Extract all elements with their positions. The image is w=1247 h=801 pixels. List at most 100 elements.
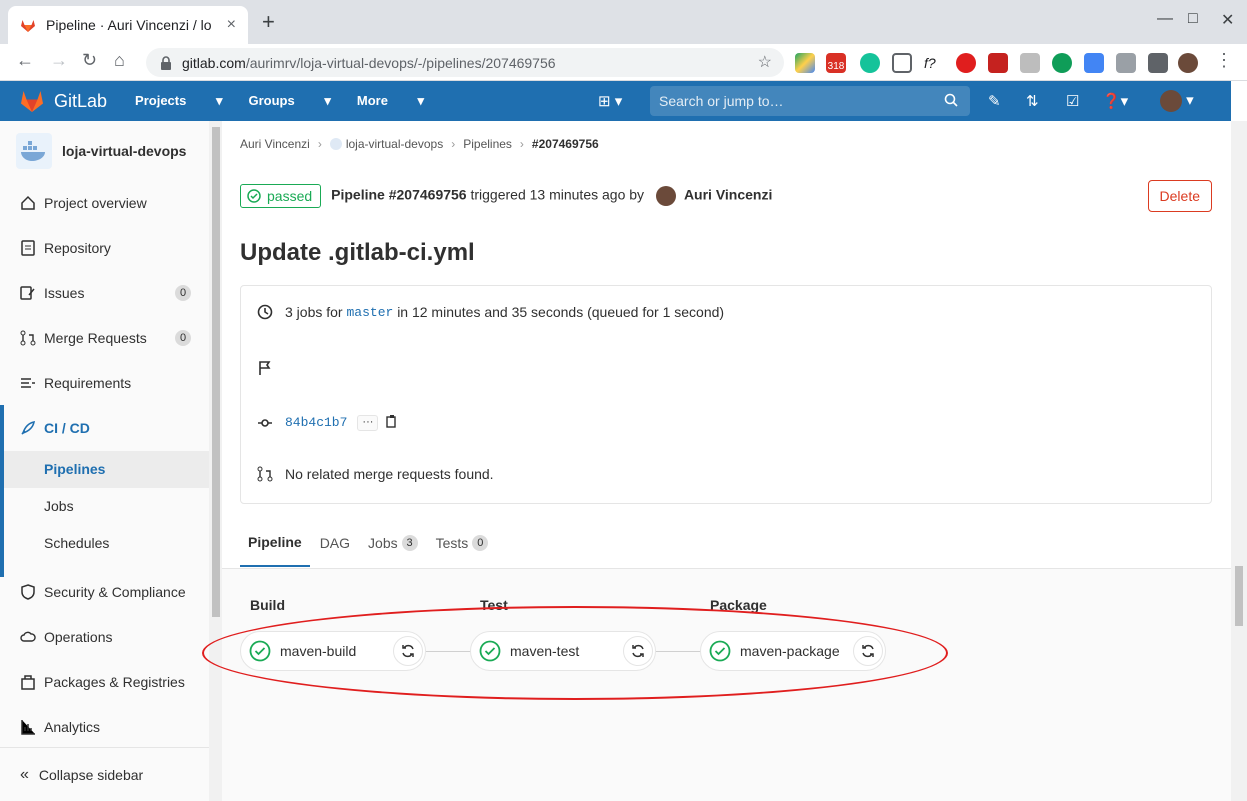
stage-title-build: Build (250, 597, 285, 613)
sidebar-item-label: Project overview (44, 195, 147, 211)
page-scrollbar[interactable] (1231, 121, 1247, 801)
docs-extension-icon[interactable] (1084, 53, 1104, 73)
home-icon[interactable]: ⌂ (114, 50, 125, 71)
page-scrollbar-thumb[interactable] (1235, 566, 1243, 626)
sidebar-subitem-schedules[interactable]: Schedules (44, 535, 109, 551)
url-path: /aurimrv/loja-virtual-devops/-/pipelines… (245, 54, 556, 71)
expand-commit-button[interactable]: ··· (357, 414, 379, 431)
new-item-icon[interactable]: ⊞ ▾ (598, 92, 622, 110)
address-bar[interactable]: gitlab.com/aurimrv/loja-virtual-devops/-… (146, 48, 784, 77)
commit-sha-link[interactable]: 84b4c1b7 (285, 415, 347, 430)
new-tab-button[interactable]: + (262, 11, 275, 33)
tags-row (241, 360, 1211, 376)
tab-tests[interactable]: Tests 0 (428, 519, 497, 567)
drive-extension-icon[interactable] (795, 53, 815, 73)
author-name[interactable]: Auri Vincenzi (684, 187, 772, 203)
breadcrumb-project[interactable]: loja-virtual-devops (346, 137, 443, 151)
menu-projects-label: Projects (135, 93, 187, 108)
collapse-sidebar-button[interactable]: « Collapse sidebar (0, 747, 209, 801)
sidebar-item-project-overview[interactable]: Project overview (0, 184, 209, 222)
sidebar-scrollbar[interactable] (209, 121, 222, 801)
retry-job-button[interactable] (623, 636, 653, 666)
merge-requests-nav-icon[interactable]: ⇅ (1026, 92, 1039, 110)
branch-link[interactable]: master (346, 305, 393, 320)
pipeline-graph: Build Test Package maven-build maven-tes… (222, 568, 1231, 801)
job-maven-package[interactable]: maven-package (700, 631, 886, 671)
cast-extension-icon[interactable] (1116, 53, 1136, 73)
record-extension-icon[interactable] (956, 53, 976, 73)
browser-menu-icon[interactable]: ⋮ (1215, 50, 1233, 71)
project-link[interactable]: loja-virtual-devops (16, 133, 186, 169)
window-close-icon[interactable]: ✕ (1221, 10, 1234, 30)
copy-clipboard-icon[interactable] (386, 414, 398, 431)
back-arrow-icon[interactable]: ← (16, 50, 34, 71)
retry-job-button[interactable] (393, 636, 423, 666)
breadcrumb-pipelines[interactable]: Pipelines (463, 137, 512, 151)
job-maven-build[interactable]: maven-build (240, 631, 426, 671)
clock-icon (257, 304, 273, 320)
tab-close-icon[interactable]: × (227, 16, 236, 34)
retry-icon (862, 644, 874, 658)
delete-button[interactable]: Delete (1147, 180, 1212, 212)
status-badge[interactable]: passed (240, 184, 322, 208)
sidebar-item-requirements[interactable]: Requirements (0, 364, 209, 402)
sidebar-item-merge-requests[interactable]: Merge Requests 0 (0, 319, 209, 357)
menu-more[interactable]: More ▾ (357, 93, 424, 109)
issues-nav-icon[interactable]: ✎ (988, 92, 1001, 110)
requirements-icon (20, 375, 36, 391)
job-maven-test[interactable]: maven-test (470, 631, 656, 671)
puzzle-extensions-icon[interactable] (1148, 53, 1168, 73)
formula-extension-icon[interactable]: f? (924, 53, 944, 73)
bookmark-star-icon[interactable]: ☆ (758, 52, 772, 72)
retry-job-button[interactable] (853, 636, 883, 666)
gray-extension-icon[interactable] (1020, 53, 1040, 73)
user-avatar-menu[interactable]: ▾ (1160, 90, 1194, 112)
red-extension-icon[interactable] (988, 53, 1008, 73)
eyedropper-extension-icon[interactable] (892, 53, 912, 73)
sidebar-scrollbar-thumb[interactable] (212, 127, 220, 617)
todos-nav-icon[interactable]: ☑ (1066, 92, 1079, 110)
grammarly-extension-icon[interactable] (860, 53, 880, 73)
sidebar-item-analytics[interactable]: Analytics (0, 708, 209, 746)
forward-arrow-icon[interactable]: → (50, 50, 68, 71)
breadcrumb-current[interactable]: #207469756 (532, 137, 599, 151)
sidebar-item-repository[interactable]: Repository (0, 229, 209, 267)
tab-label: DAG (319, 535, 351, 551)
browser-tab[interactable]: Pipeline · Auri Vincenzi / lo × (8, 6, 248, 44)
search-placeholder: Search or jump to… (659, 93, 784, 109)
sidebar-item-packages-registries[interactable]: Packages & Registries (0, 663, 209, 701)
profile-avatar[interactable] (1178, 53, 1198, 73)
browser-toolbar: ← → ↻ ⌂ gitlab.com/aurimrv/loja-virtual-… (0, 44, 1247, 81)
sidebar-item-security-compliance[interactable]: Security & Compliance (0, 573, 209, 611)
sidebar-item-operations[interactable]: Operations (0, 618, 209, 656)
sidebar-item-issues[interactable]: Issues 0 (0, 274, 209, 312)
sidebar-subitem-jobs[interactable]: Jobs (44, 498, 74, 514)
job-name: maven-test (510, 643, 580, 659)
menu-groups[interactable]: Groups ▾ (249, 93, 331, 109)
sidebar-item-label: Issues (44, 285, 85, 301)
search-input[interactable]: Search or jump to… (650, 86, 970, 116)
stage-title-test: Test (480, 597, 508, 613)
collapse-sidebar-label: Collapse sidebar (38, 766, 144, 783)
sidebar-item-ci-cd[interactable]: CI / CD (0, 409, 209, 447)
tab-pipeline[interactable]: Pipeline (240, 519, 310, 567)
job-name: maven-package (740, 643, 840, 659)
reload-icon[interactable]: ↻ (82, 50, 97, 71)
gmail-extension-icon[interactable]: 318 (826, 53, 846, 73)
maximize-icon[interactable]: □ (1188, 10, 1198, 28)
author-avatar[interactable] (655, 186, 676, 206)
menu-projects[interactable]: Projects ▾ (135, 93, 222, 109)
breadcrumb-user[interactable]: Auri Vincenzi (240, 137, 310, 151)
minimize-icon[interactable]: — (1157, 10, 1173, 28)
gitlab-home-link[interactable]: GitLab (20, 90, 107, 112)
commit-icon (257, 415, 273, 431)
commit-row: 84b4c1b7 ··· (241, 414, 1211, 431)
url-text: gitlab.com/aurimrv/loja-virtual-devops/-… (182, 55, 556, 71)
gitlab-logo-icon (21, 91, 43, 112)
help-icon[interactable]: ❓▾ (1102, 92, 1128, 110)
tab-jobs[interactable]: Jobs 3 (360, 519, 426, 567)
sidebar-item-label: Requirements (44, 375, 132, 391)
tab-dag[interactable]: DAG (312, 519, 358, 567)
sidebar-subitem-pipelines[interactable]: Pipelines (44, 461, 105, 477)
hangouts-extension-icon[interactable] (1052, 53, 1072, 73)
